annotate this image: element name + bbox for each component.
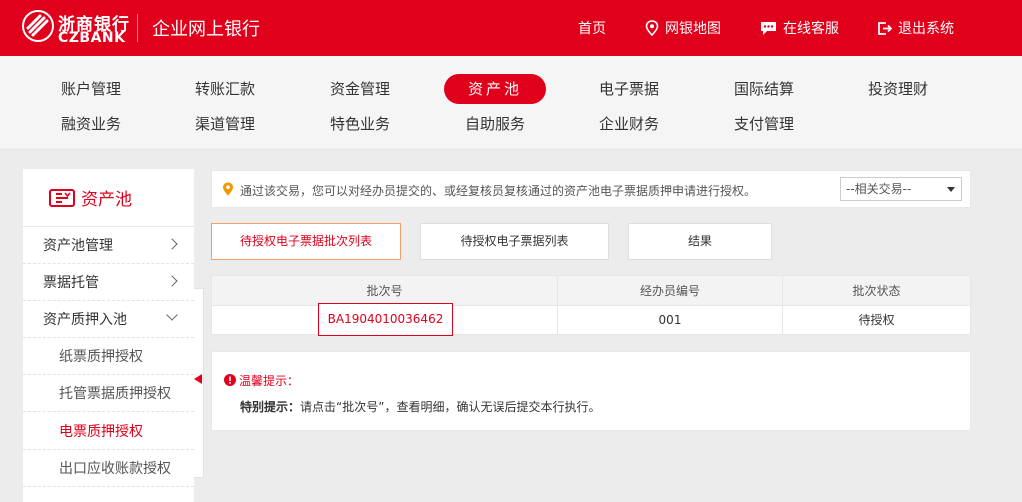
nav-e-bills[interactable]: 电子票据: [599, 74, 659, 104]
sidebar-header: 资产池: [23, 169, 194, 227]
nav-investment[interactable]: 投资理财: [868, 74, 928, 104]
nav-special-business[interactable]: 特色业务: [330, 109, 390, 139]
table-cell-operator-id: 001: [558, 306, 783, 335]
nav-corporate-finance[interactable]: 企业财务: [599, 109, 659, 139]
chevron-down-icon: [166, 309, 178, 321]
warning-icon: [224, 374, 236, 386]
column-header-operator-id: 经办员编号: [558, 276, 783, 306]
home-link[interactable]: 首页: [578, 18, 606, 38]
header-divider: [137, 14, 138, 42]
logout-icon: [878, 21, 892, 35]
related-transactions-select[interactable]: --相关交易--: [840, 177, 962, 201]
sidebar-item-label: 资产池管理: [43, 238, 113, 254]
map-pin-icon: [645, 20, 659, 36]
brand-name-en: CZBANK: [58, 30, 126, 46]
tab-result[interactable]: 结果: [628, 223, 772, 260]
czbank-logo[interactable]: 浙商银行 CZBANK: [22, 8, 132, 48]
sidebar: 资产池 资产池管理 票据托管 资产质押入池 纸票质押授权 托管票据质押授权 电票…: [23, 169, 194, 502]
sidebar-item-bill-custody[interactable]: 票据托管: [23, 264, 194, 301]
home-link-label: 首页: [578, 21, 606, 37]
batch-no-link[interactable]: BA1904010036462: [318, 303, 453, 336]
sidebar-item-asset-pool-management[interactable]: 资产池管理: [23, 227, 194, 264]
table-cell-batch-status: 待授权: [858, 313, 895, 327]
sidebar-item-paper-bill-pledge-auth[interactable]: 纸票质押授权: [23, 338, 194, 375]
column-header-batch-no: 批次号: [212, 276, 558, 306]
nav-account-management[interactable]: 账户管理: [61, 74, 121, 104]
bill-icon: [49, 188, 75, 207]
location-pin-icon: [223, 182, 233, 196]
nav-fund-management[interactable]: 资金管理: [330, 74, 390, 104]
logout-label: 退出系统: [898, 21, 954, 37]
logout-link[interactable]: 退出系统: [877, 18, 954, 38]
notice-bar: 通过该交易，您可以对经办员提交的、或经复核员复核通过的资产池电子票据质押申请进行…: [211, 170, 971, 208]
sidebar-item-e-bill-pledge-auth[interactable]: 电票质押授权: [23, 413, 194, 450]
select-value: --相关交易--: [846, 182, 912, 196]
tab-pending-batch-list[interactable]: 待授权电子票据批次列表: [211, 223, 401, 260]
sidebar-title: 资产池: [81, 190, 132, 210]
sidebar-item-export-receivables-auth[interactable]: 出口应收账款授权: [23, 450, 194, 487]
nav-payment-management[interactable]: 支付管理: [734, 109, 794, 139]
tips-text: 请点击“批次号”，查看明细，确认无误后提交本行执行。: [300, 400, 601, 414]
sidebar-item-custody-bill-pledge-auth[interactable]: 托管票据质押授权: [23, 375, 194, 412]
sidebar-item-label: 纸票质押授权: [59, 349, 143, 365]
sidebar-item-label: 出口应收账款授权: [59, 461, 171, 477]
site-map-link[interactable]: 网银地图: [645, 18, 721, 38]
chat-icon: [761, 21, 776, 35]
online-service-link[interactable]: 在线客服: [760, 18, 839, 38]
current-item-pointer-icon: [194, 374, 202, 384]
nav-channel-management[interactable]: 渠道管理: [195, 109, 255, 139]
czbank-logo-mark-icon: [22, 10, 54, 42]
nav-international-settlement[interactable]: 国际结算: [734, 74, 794, 104]
tips-label: 特别提示：: [240, 400, 301, 414]
nav-self-service[interactable]: 自助服务: [465, 109, 525, 139]
sidebar-item-label: 资产质押入池: [43, 312, 127, 328]
tab-pending-bill-list[interactable]: 待授权电子票据列表: [420, 223, 609, 260]
top-header: 浙商银行 CZBANK 企业网上银行 首页 网银地图 在线客服 退出系统: [0, 0, 1022, 56]
batch-table: 批次号 经办员编号 批次状态 BA1904010036462 001 待授权: [211, 275, 971, 336]
nav-financing[interactable]: 融资业务: [61, 109, 121, 139]
sidebar-item-label: 托管票据质押授权: [59, 386, 171, 402]
chevron-right-icon: [166, 238, 178, 250]
sidebar-item-asset-pledge[interactable]: 资产质押入池: [23, 301, 194, 338]
site-map-label: 网银地图: [665, 21, 721, 37]
tips-panel: 温馨提示： 特别提示：请点击“批次号”，查看明细，确认无误后提交本行执行。: [211, 351, 971, 431]
nav-asset-pool[interactable]: 资产池: [444, 74, 546, 104]
notice-text: 通过该交易，您可以对经办员提交的、或经复核员复核通过的资产池电子票据质押申请进行…: [240, 184, 757, 198]
main-nav: 账户管理 转账汇款 资金管理 资产池 电子票据 国际结算 投资理财 融资业务 渠…: [0, 56, 1022, 150]
sidebar-item-label: 票据托管: [43, 275, 99, 291]
online-service-label: 在线客服: [783, 21, 839, 37]
tips-body: 特别提示：请点击“批次号”，查看明细，确认无误后提交本行执行。: [240, 398, 600, 415]
app-title: 企业网上银行: [152, 19, 260, 40]
tips-title: 温馨提示：: [239, 374, 300, 388]
column-header-batch-status: 批次状态: [783, 276, 970, 306]
chevron-right-icon: [166, 275, 178, 287]
sidebar-item-label: 电票质押授权: [59, 424, 143, 440]
nav-transfer[interactable]: 转账汇款: [195, 74, 255, 104]
caret-down-icon: [947, 187, 955, 192]
